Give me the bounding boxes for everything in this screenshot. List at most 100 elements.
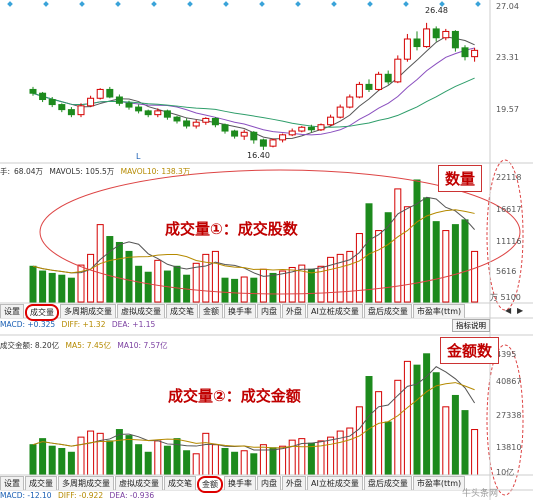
price-y-label: 19.57 xyxy=(496,105,519,114)
volume-bar xyxy=(259,268,267,303)
candle-body xyxy=(135,106,143,112)
volume-bar xyxy=(451,224,459,303)
amount-bar xyxy=(451,394,459,476)
event-marker xyxy=(187,1,193,7)
tab-item[interactable]: 成交笔 xyxy=(164,476,196,490)
tab-item[interactable]: 多周期成交量 xyxy=(58,476,114,490)
volume-bar xyxy=(307,268,315,303)
volume-bar xyxy=(211,250,219,303)
scroll-right-arrow[interactable]: ▶ xyxy=(517,306,523,315)
candle-body xyxy=(423,28,431,48)
candle-body xyxy=(240,131,248,137)
candle-body xyxy=(403,38,411,60)
amount-bar xyxy=(48,445,56,476)
tab-item[interactable]: AI立桩成交量 xyxy=(307,304,363,318)
candle-body xyxy=(336,106,344,118)
volume-bar xyxy=(58,274,66,303)
tab-item[interactable]: 虚拟成交量 xyxy=(117,304,165,318)
event-marker xyxy=(115,1,121,7)
tab-item[interactable]: 成交量 xyxy=(25,476,57,490)
tab-item[interactable]: 多周期成交量 xyxy=(60,304,116,318)
volume-bar xyxy=(106,236,114,303)
event-marker xyxy=(43,1,49,7)
candle-body xyxy=(115,96,123,104)
volume-value: 68.04万 xyxy=(14,167,44,176)
volume-bar xyxy=(144,271,152,303)
candle-body xyxy=(144,110,152,116)
amount-bar xyxy=(375,391,383,476)
event-marker xyxy=(331,1,337,7)
candle-body xyxy=(29,88,37,94)
volume-bar xyxy=(67,277,75,303)
volume-annotation: 成交量①：成交股数 xyxy=(165,220,298,238)
amount-bar xyxy=(423,353,431,476)
candle-body xyxy=(288,130,296,136)
candle-body xyxy=(231,130,239,137)
dea-value: DEA: +1.15 xyxy=(111,320,156,329)
tab-item[interactable]: 外盘 xyxy=(282,304,306,318)
volume-bar xyxy=(250,277,258,303)
tab-item[interactable]: 盘后成交量 xyxy=(363,304,412,318)
volume-bar xyxy=(39,270,47,303)
candle-body xyxy=(39,92,47,101)
amount-annotation: 成交量②：成交金额 xyxy=(168,387,301,405)
tab-item[interactable]: AI立桩成交量 xyxy=(307,476,363,490)
amount-bar xyxy=(307,442,315,476)
tab-item[interactable]: 金额 xyxy=(197,476,223,493)
event-marker xyxy=(259,1,265,7)
tab-item[interactable]: 内盘 xyxy=(257,476,281,490)
volume-bar xyxy=(115,241,123,303)
amount-bar xyxy=(384,421,392,476)
volume-bar xyxy=(423,197,431,303)
mavol5-label: MAVOL5: 105.5万 xyxy=(49,167,115,176)
candle-body xyxy=(67,109,75,116)
tab-item[interactable]: 成交量 xyxy=(25,304,59,321)
amount-bar xyxy=(77,436,85,476)
tab-item[interactable]: 设置 xyxy=(0,476,24,490)
price-high-label: 26.48 xyxy=(425,6,448,15)
macd-value: MACD: +0.325 xyxy=(0,320,56,329)
candle-body xyxy=(317,124,325,131)
amount-bar xyxy=(106,440,114,476)
amount-bar xyxy=(413,364,421,476)
amount-bar xyxy=(115,429,123,476)
candle-body xyxy=(77,105,85,116)
tab-item[interactable]: 换手率 xyxy=(224,476,256,490)
tab-item[interactable]: 换手率 xyxy=(224,304,256,318)
indicator-help-button[interactable]: 指标说明 xyxy=(452,319,490,332)
amount-bar xyxy=(221,447,229,476)
indicator-tabbar-top: 设置 成交量 多周期成交量 虚拟成交量 成交笔 金额 换手率 内盘 外盘 AI立桩成交量 盘后成交量… xyxy=(0,304,466,321)
tab-item[interactable]: 内盘 xyxy=(257,304,281,318)
candle-body xyxy=(125,102,133,108)
amount-bar xyxy=(394,379,402,476)
amount-ma5: MA5: 7.45亿 xyxy=(65,341,111,350)
mavol10-label: MAVOL10: 138.3万 xyxy=(120,167,191,176)
tab-item[interactable]: 市盈率(ttm) xyxy=(412,476,466,490)
candle-body xyxy=(307,126,315,131)
amount-bar xyxy=(365,376,373,476)
tab-item[interactable]: 外盘 xyxy=(282,476,306,490)
candle-body xyxy=(173,116,181,122)
tab-item[interactable]: 市盈率(ttm) xyxy=(412,304,466,318)
candle-body xyxy=(87,97,95,107)
event-marker xyxy=(79,1,85,7)
volume-bar xyxy=(461,219,469,303)
tab-item[interactable]: 虚拟成交量 xyxy=(115,476,163,490)
candle-body xyxy=(355,83,363,98)
scroll-left-arrow[interactable]: ◀ xyxy=(505,306,511,315)
tab-item[interactable]: 盘后成交量 xyxy=(363,476,412,490)
volume-bar xyxy=(173,265,181,303)
candle-body xyxy=(365,83,373,90)
candle-body xyxy=(183,120,191,127)
amount-bar xyxy=(442,406,450,476)
candle-body xyxy=(279,134,287,141)
event-marker xyxy=(295,1,301,7)
price-low-label: 16.40 xyxy=(247,151,270,160)
volume-y-label: 11116 xyxy=(496,237,522,246)
candle-body xyxy=(202,117,210,123)
tab-item[interactable]: 设置 xyxy=(0,304,24,318)
tab-item[interactable]: 成交笔 xyxy=(166,304,198,318)
volume-bar xyxy=(231,278,239,303)
tab-item[interactable]: 金额 xyxy=(199,304,223,318)
candle-body xyxy=(250,131,258,141)
